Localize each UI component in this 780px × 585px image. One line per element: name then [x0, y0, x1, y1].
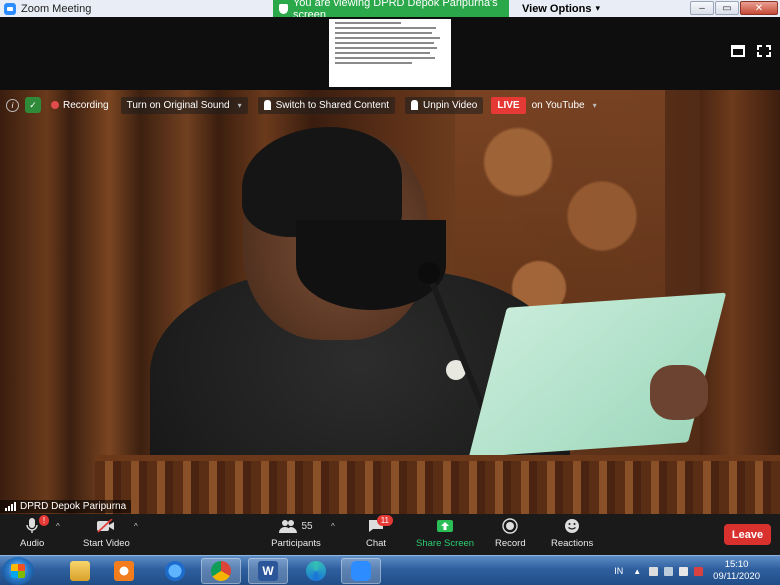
share-screen-label: Share Screen — [416, 538, 475, 549]
original-sound-button[interactable]: Turn on Original Sound ▾ — [120, 96, 248, 114]
system-clock[interactable]: 15:10 09/11/2020 — [713, 559, 760, 583]
shared-document-thumbnail[interactable] — [329, 19, 451, 87]
zoom-app-icon — [4, 2, 16, 15]
clock-date: 09/11/2020 — [713, 571, 760, 582]
smiley-icon — [561, 517, 583, 535]
internet-explorer-icon — [165, 561, 185, 581]
participants-icon: 55 — [271, 517, 321, 535]
taskbar-chrome[interactable] — [201, 558, 241, 584]
reactions-button[interactable]: Reactions — [551, 517, 593, 549]
youtube-label: on YouTube — [531, 99, 585, 111]
minimize-button[interactable]: – — [690, 1, 714, 15]
volume-icon[interactable] — [649, 566, 659, 576]
speaker-video[interactable] — [0, 90, 780, 514]
shield-icon — [279, 3, 288, 14]
chat-button[interactable]: 11 Chat — [365, 515, 393, 549]
edge-icon — [306, 561, 326, 581]
view-options-button[interactable]: View Options ▾ — [522, 0, 600, 17]
taskbar-word[interactable]: W — [248, 558, 288, 584]
view-options-label: View Options — [522, 2, 592, 15]
audio-button[interactable]: ! Audio — [20, 515, 50, 549]
windows-logo-icon — [11, 564, 25, 578]
chrome-icon — [211, 561, 231, 581]
video-options-chevron-icon[interactable]: ^ — [134, 522, 138, 531]
taskbar-media-player[interactable] — [104, 558, 144, 584]
meeting-controls-toolbar: ! Audio ^ Start Video ^ 55 Participants … — [0, 514, 780, 555]
folder-icon — [70, 561, 90, 581]
switch-shared-label: Switch to Shared Content — [275, 99, 390, 111]
taskbar-internet-explorer[interactable] — [155, 558, 195, 584]
action-center-icon[interactable] — [694, 566, 704, 576]
participants-label: Participants — [271, 538, 321, 549]
switch-shared-content-button[interactable]: Switch to Shared Content — [257, 96, 396, 114]
record-button[interactable]: Record — [495, 517, 526, 549]
participants-options-chevron-icon[interactable]: ^ — [331, 522, 335, 531]
viewing-screen-banner: You are viewing DPRD Depok Paripurna's s… — [273, 0, 509, 21]
start-video-label: Start Video — [83, 538, 130, 549]
info-icon[interactable]: i — [6, 98, 19, 112]
media-player-icon — [114, 561, 134, 581]
taskbar-edge[interactable] — [296, 558, 336, 584]
participants-button[interactable]: 55 Participants — [271, 517, 321, 549]
participant-name: DPRD Depok Paripurna — [20, 501, 127, 512]
system-tray: IN ▲ 15:10 09/11/2020 — [614, 556, 780, 585]
maximize-button[interactable]: ▭ — [715, 1, 739, 15]
shared-screen-area — [0, 17, 780, 90]
share-screen-icon — [434, 517, 456, 535]
taskbar-explorer[interactable] — [60, 558, 100, 584]
record-label: Record — [495, 538, 526, 549]
reactions-label: Reactions — [551, 538, 594, 549]
microphone-icon: ! — [21, 515, 50, 535]
microphone — [418, 262, 440, 284]
word-icon: W — [258, 561, 278, 581]
leave-button[interactable]: Leave — [724, 524, 771, 545]
show-hidden-icons-icon[interactable]: ▲ — [633, 567, 641, 576]
audio-options-chevron-icon[interactable]: ^ — [56, 522, 60, 531]
video-off-icon — [95, 517, 117, 535]
original-sound-label: Turn on Original Sound — [126, 99, 230, 111]
network-icon[interactable] — [664, 566, 674, 576]
record-icon — [499, 517, 521, 535]
clock-time: 15:10 — [724, 559, 749, 570]
unpin-video-label: Unpin Video — [423, 99, 478, 111]
audio-label: Audio — [20, 538, 45, 549]
share-screen-button[interactable]: Share Screen — [416, 517, 474, 549]
audio-warning-badge: ! — [38, 515, 50, 526]
close-button[interactable]: ✕ — [740, 1, 778, 15]
windows-taskbar: W IN ▲ 15:10 09/11/2020 — [0, 555, 780, 585]
chat-bubble-icon: 11 — [365, 515, 393, 535]
live-on-youtube-button[interactable]: on YouTube ▾ — [532, 100, 597, 111]
fullscreen-icon[interactable] — [757, 45, 771, 57]
zoom-icon — [351, 561, 371, 581]
pin-icon — [411, 100, 419, 110]
window-controls: – ▭ ✕ — [690, 1, 778, 15]
participants-count: 55 — [301, 520, 313, 532]
pin-icon — [263, 100, 271, 110]
chevron-down-icon: ▾ — [237, 100, 242, 110]
chat-unread-badge: 11 — [376, 515, 393, 526]
input-language[interactable]: IN — [614, 566, 623, 576]
taskbar-zoom[interactable] — [341, 558, 381, 584]
signal-strength-icon — [5, 502, 16, 511]
chevron-down-icon: ▾ — [595, 3, 601, 13]
recording-label: Recording — [63, 99, 109, 111]
carved-podium — [95, 455, 780, 514]
chat-label: Chat — [365, 538, 387, 549]
unpin-video-button[interactable]: Unpin Video — [405, 96, 484, 114]
live-badge[interactable]: LIVE — [491, 96, 526, 114]
encryption-shield-icon[interactable]: ✓ — [25, 97, 41, 113]
window-title: Zoom Meeting — [21, 2, 92, 15]
chevron-down-icon: ▾ — [592, 100, 597, 110]
gallery-view-icon[interactable] — [731, 45, 745, 57]
participant-name-label: DPRD Depok Paripurna — [0, 500, 132, 513]
recording-dot-icon — [51, 101, 59, 109]
start-button[interactable] — [2, 557, 34, 585]
start-video-button[interactable]: Start Video — [83, 517, 130, 549]
power-icon[interactable] — [679, 566, 689, 576]
meeting-overlay-bar: i ✓ Recording Turn on Original Sound ▾ S… — [0, 94, 597, 116]
